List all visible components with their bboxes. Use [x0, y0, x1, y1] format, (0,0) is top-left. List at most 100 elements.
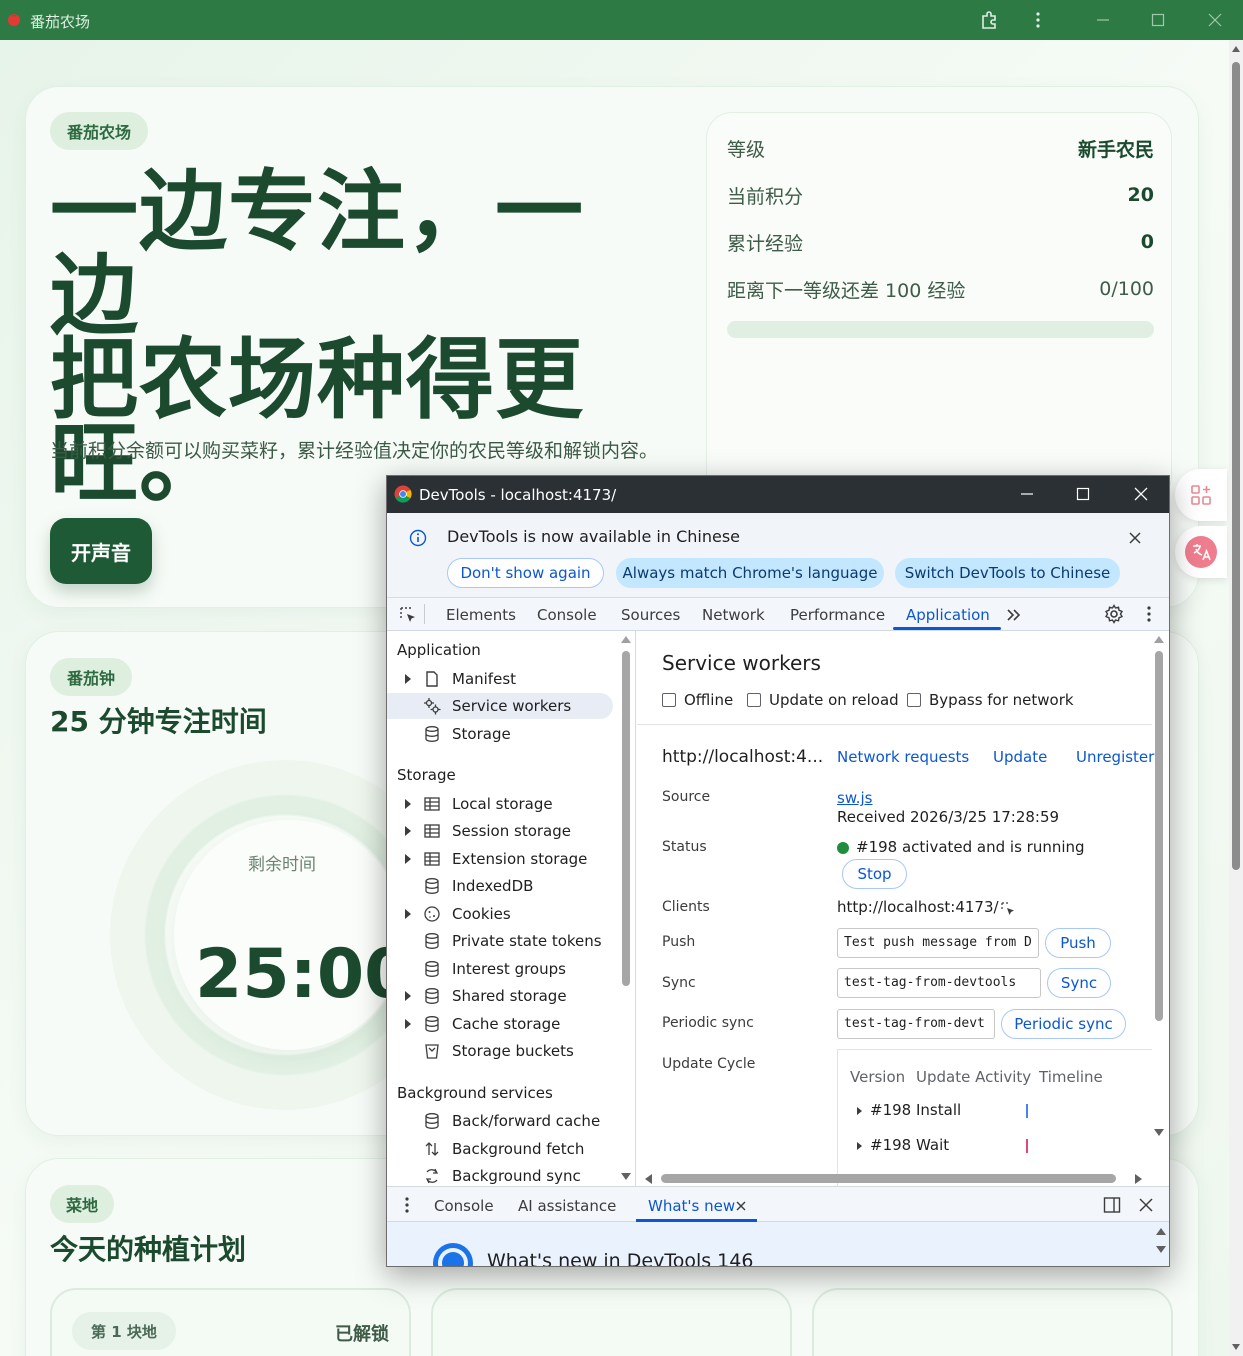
- close-tab-icon[interactable]: [736, 1201, 746, 1211]
- offline-checkbox[interactable]: Offline: [662, 691, 733, 709]
- plot-card[interactable]: 第 1 块地 已解锁: [50, 1288, 411, 1356]
- garden-title: 今天的种植计划: [50, 1233, 247, 1266]
- sidebar-section-storage: Storage: [397, 766, 456, 784]
- more-menu-icon[interactable]: [1026, 8, 1050, 32]
- sw-origin: http://localhost:4...: [662, 747, 824, 767]
- push-button[interactable]: Push: [1045, 928, 1111, 958]
- update-on-reload-checkbox[interactable]: Update on reload: [747, 691, 899, 709]
- sidebar-item-back-forward-cache[interactable]: Back/forward cache: [387, 1108, 613, 1134]
- close-drawer-icon[interactable]: [1139, 1198, 1153, 1212]
- database-icon: [425, 726, 439, 742]
- bypass-for-network-checkbox[interactable]: Bypass for network: [907, 691, 1074, 709]
- panel-horizontal-scrollbar[interactable]: [661, 1174, 1116, 1183]
- sidebar-item-private-state-tokens[interactable]: Private state tokens: [387, 928, 613, 954]
- timeline-mark: [1026, 1139, 1028, 1153]
- unregister-link[interactable]: Unregister: [1076, 748, 1154, 766]
- drawer-menu-icon[interactable]: [404, 1196, 410, 1214]
- sidebar-section-background-services: Background services: [397, 1084, 553, 1102]
- inspect-element-icon[interactable]: [399, 606, 417, 624]
- sidebar-item-storage[interactable]: Storage: [387, 721, 613, 747]
- close-icon[interactable]: [1127, 482, 1155, 506]
- dont-show-again-button[interactable]: Don't show again: [447, 558, 604, 588]
- more-tabs-chevron-icon[interactable]: [1006, 608, 1022, 622]
- tab-elements[interactable]: Elements: [446, 606, 516, 624]
- minimize-icon[interactable]: [1013, 482, 1041, 506]
- close-icon[interactable]: [1203, 8, 1227, 32]
- panel-vertical-scrollbar[interactable]: [1155, 651, 1163, 1021]
- drawer-tab-whats-new[interactable]: What's new: [648, 1197, 735, 1215]
- sidebar-item-indexeddb[interactable]: IndexedDB: [387, 873, 613, 899]
- sidebar-item-manifest[interactable]: Manifest: [387, 666, 613, 692]
- apps-grid-icon: [1191, 485, 1211, 505]
- maximize-icon[interactable]: [1069, 482, 1097, 506]
- cycle-row[interactable]: #198 Install: [850, 1101, 1150, 1123]
- always-match-language-button[interactable]: Always match Chrome's language: [616, 558, 884, 588]
- sidebar-item-service-workers[interactable]: Service workers: [387, 693, 613, 719]
- sidebar-item-background-fetch[interactable]: Background fetch: [387, 1136, 613, 1162]
- sidebar-item-local-storage[interactable]: Local storage: [387, 791, 613, 817]
- tab-network[interactable]: Network: [702, 606, 765, 624]
- side-apps-button[interactable]: [1175, 469, 1227, 521]
- application-sidebar: Application Manifest Service workers Sto…: [387, 631, 636, 1186]
- minimize-icon[interactable]: [1091, 8, 1115, 32]
- periodic-sync-tag-input[interactable]: test-tag-from-devt: [837, 1009, 995, 1039]
- devtools-window: DevTools - localhost:4173/ DevTools is n…: [386, 475, 1170, 1267]
- tab-application[interactable]: Application: [906, 606, 990, 624]
- drawer-tabbar: Console AI assistance What's new: [387, 1186, 1169, 1222]
- chrome-logo-icon: [394, 485, 412, 503]
- sync-icon: [425, 1168, 439, 1184]
- tab-performance[interactable]: Performance: [790, 606, 885, 624]
- source-label: Source: [662, 789, 711, 805]
- sidebar-item-interest-groups[interactable]: Interest groups: [387, 956, 613, 982]
- sync-button[interactable]: Sync: [1047, 968, 1111, 998]
- inspect-client-icon[interactable]: [1000, 901, 1016, 917]
- plot-card[interactable]: [431, 1288, 792, 1356]
- infobar-close-icon[interactable]: [1129, 529, 1141, 548]
- side-translate-button[interactable]: [1175, 526, 1227, 578]
- page-scrollbar[interactable]: [1229, 40, 1243, 1356]
- sidebar-item-shared-storage[interactable]: Shared storage: [387, 983, 613, 1009]
- drawer-tab-ai-assistance[interactable]: AI assistance: [518, 1197, 616, 1215]
- cycle-row[interactable]: #198 Wait: [850, 1136, 1150, 1158]
- database-icon: [425, 988, 439, 1004]
- whats-new-title: What's new in DevTools 146: [487, 1250, 754, 1267]
- devtools-title: DevTools - localhost:4173/: [419, 486, 617, 504]
- sidebar-scrollbar[interactable]: [622, 651, 630, 986]
- switch-to-chinese-button[interactable]: Switch DevTools to Chinese: [895, 558, 1120, 588]
- devtools-titlebar: DevTools - localhost:4173/: [387, 476, 1169, 513]
- sidebar-item-storage-buckets[interactable]: Storage buckets: [387, 1038, 613, 1064]
- sync-label: Sync: [662, 975, 696, 991]
- dock-side-icon[interactable]: [1103, 1196, 1121, 1214]
- document-icon: [426, 671, 438, 687]
- update-link[interactable]: Update: [993, 748, 1047, 766]
- service-workers-panel: Service workers Offline Update on reload…: [637, 631, 1169, 1186]
- push-message-input[interactable]: Test push message from D: [837, 928, 1039, 958]
- periodic-sync-label: Periodic sync: [662, 1015, 754, 1031]
- infobar-message: DevTools is now available in Chinese: [447, 527, 740, 546]
- plot-card[interactable]: [812, 1288, 1173, 1356]
- extension-icon[interactable]: [977, 8, 1001, 32]
- sidebar-item-cache-storage[interactable]: Cache storage: [387, 1011, 613, 1037]
- sidebar-item-session-storage[interactable]: Session storage: [387, 818, 613, 844]
- drawer-tab-console[interactable]: Console: [434, 1197, 494, 1215]
- stop-button[interactable]: Stop: [842, 859, 907, 889]
- update-cycle-label: Update Cycle: [662, 1056, 756, 1072]
- tab-console[interactable]: Console: [537, 606, 597, 624]
- sidebar-section-application: Application: [397, 641, 481, 659]
- kebab-menu-icon[interactable]: [1146, 605, 1152, 623]
- periodic-sync-button[interactable]: Periodic sync: [1001, 1009, 1126, 1039]
- tab-sources[interactable]: Sources: [621, 606, 680, 624]
- sidebar-item-extension-storage[interactable]: Extension storage: [387, 846, 613, 872]
- settings-gear-icon[interactable]: [1104, 604, 1124, 624]
- network-requests-link[interactable]: Network requests: [837, 748, 969, 766]
- hero-badge: 番茄农场: [50, 112, 148, 150]
- maximize-icon[interactable]: [1146, 8, 1170, 32]
- sound-toggle-button[interactable]: 开声音: [50, 518, 152, 584]
- stat-exp: 累计经验 0: [727, 231, 1154, 255]
- panel-title: Service workers: [662, 651, 821, 675]
- source-file-link[interactable]: sw.js: [837, 789, 872, 807]
- sidebar-item-cookies[interactable]: Cookies: [387, 901, 613, 927]
- sync-tag-input[interactable]: test-tag-from-devtools: [837, 968, 1041, 998]
- page-scrollbar-thumb[interactable]: [1232, 62, 1240, 870]
- sidebar-item-background-sync[interactable]: Background sync: [387, 1163, 613, 1186]
